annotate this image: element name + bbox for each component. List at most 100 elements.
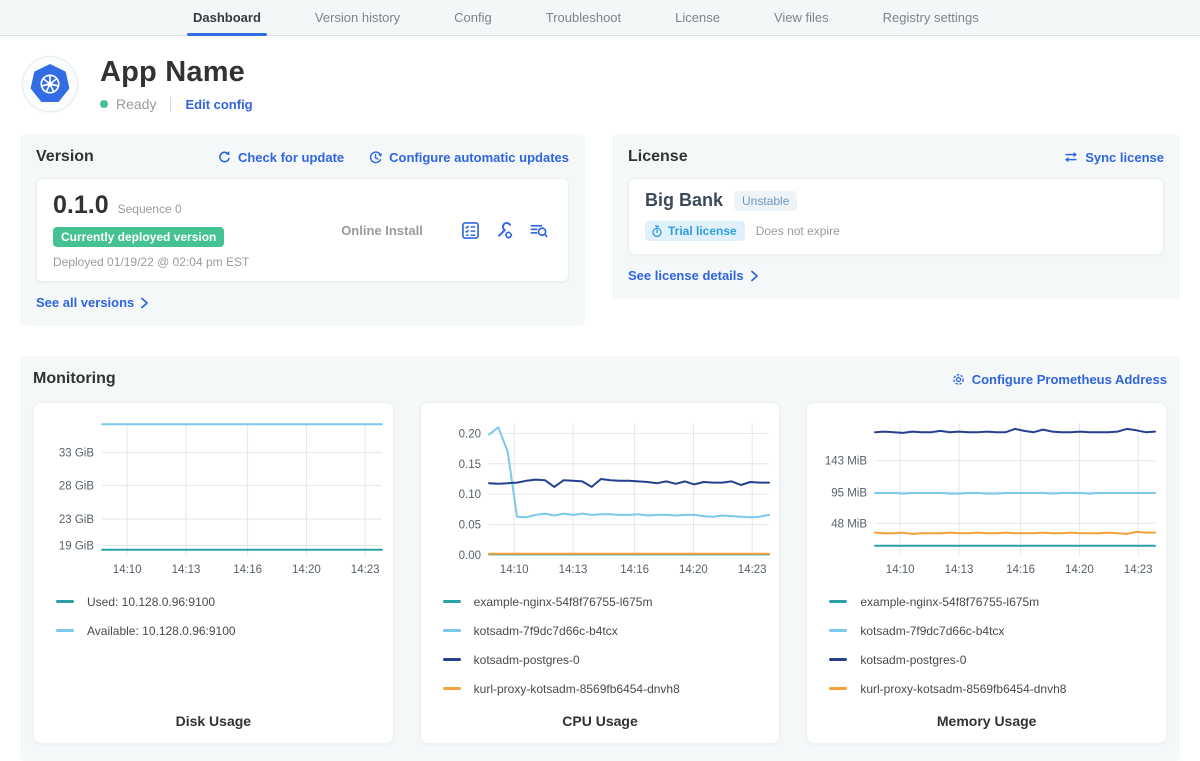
legend-item: kotsadm-7f9dc7d66c-b4tcx — [443, 616, 780, 645]
license-type-label: Trial license — [668, 224, 737, 238]
series-color-swatch — [443, 629, 461, 632]
preflight-checks-button[interactable] — [461, 221, 480, 240]
svg-text:143 MiB: 143 MiB — [825, 456, 868, 468]
tab-registry-settings[interactable]: Registry settings — [883, 0, 979, 35]
configure-prometheus-label: Configure Prometheus Address — [972, 372, 1167, 387]
legend-item: Available: 10.128.0.96:9100 — [56, 616, 393, 645]
see-all-versions-label: See all versions — [36, 295, 134, 310]
app-header: App Name Ready Edit config — [22, 56, 1176, 112]
cpu-usage-chart: 0.200.150.100.050.0014:1014:1314:1614:20… — [421, 411, 781, 581]
chart-title-disk: Disk Usage — [34, 705, 393, 729]
preflight-checklist-icon — [461, 221, 480, 240]
svg-text:48 MiB: 48 MiB — [832, 518, 868, 530]
see-license-details-label: See license details — [628, 268, 744, 283]
configure-automatic-updates-link[interactable]: Configure automatic updates — [368, 150, 569, 165]
series-label: kotsadm-7f9dc7d66c-b4tcx — [860, 624, 1004, 638]
series-label: example-nginx-54f8f76755-l675m — [860, 595, 1039, 609]
series-label: kotsadm-postgres-0 — [474, 653, 580, 667]
edit-config-button[interactable] — [495, 221, 514, 240]
svg-text:14:16: 14:16 — [233, 564, 262, 576]
deploy-logs-icon — [529, 221, 548, 240]
sync-license-link[interactable]: Sync license — [1063, 150, 1164, 165]
chart-card-memory: 143 MiB95 MiB48 MiB14:1014:1314:1614:201… — [806, 402, 1167, 744]
app-status-text: Ready — [116, 96, 156, 112]
series-label: kotsadm-postgres-0 — [860, 653, 966, 667]
svg-text:14:16: 14:16 — [620, 564, 649, 576]
gear-icon — [951, 372, 966, 387]
monitoring-title: Monitoring — [33, 370, 116, 388]
series-color-swatch — [829, 658, 847, 661]
series-label: Available: 10.128.0.96:9100 — [87, 624, 236, 638]
ready-status-dot — [100, 100, 108, 108]
legend-item: example-nginx-54f8f76755-l675m — [829, 587, 1166, 616]
check-for-update-label: Check for update — [238, 150, 344, 165]
refresh-icon — [217, 150, 232, 165]
memory-usage-legend: example-nginx-54f8f76755-l675m kotsadm-7f… — [807, 581, 1166, 703]
tab-dashboard[interactable]: Dashboard — [193, 0, 261, 35]
see-license-details-link[interactable]: See license details — [628, 268, 759, 283]
svg-text:14:10: 14:10 — [886, 564, 915, 576]
series-color-swatch — [443, 658, 461, 661]
sync-icon — [1063, 150, 1079, 164]
svg-text:14:10: 14:10 — [113, 564, 142, 576]
svg-text:14:10: 14:10 — [499, 564, 528, 576]
svg-text:19 GiB: 19 GiB — [59, 541, 94, 553]
app-logo-ring — [22, 56, 78, 112]
configure-automatic-updates-label: Configure automatic updates — [389, 150, 569, 165]
configure-prometheus-link[interactable]: Configure Prometheus Address — [951, 372, 1167, 387]
disk-usage-chart: 33 GiB28 GiB23 GiB19 GiB14:1014:1314:161… — [34, 411, 394, 581]
license-details-card: Big Bank Unstable Trial license Does not… — [628, 178, 1164, 255]
legend-item: kurl-proxy-kotsadm-8569fb6454-dnvh8 — [443, 674, 780, 703]
series-color-swatch — [829, 600, 847, 603]
install-type-label: Online Install — [303, 223, 461, 238]
license-card-title: License — [628, 148, 688, 166]
chart-title-cpu: CPU Usage — [421, 705, 780, 729]
legend-item: kotsadm-postgres-0 — [443, 645, 780, 674]
license-expiry: Does not expire — [756, 224, 840, 238]
stopwatch-icon — [651, 225, 663, 238]
tab-config[interactable]: Config — [454, 0, 492, 35]
series-color-swatch — [443, 600, 461, 603]
svg-text:0.15: 0.15 — [458, 459, 480, 471]
customer-name: Big Bank — [645, 190, 723, 211]
license-card: License Sync license Big Bank Unstable — [612, 134, 1180, 299]
version-number: 0.1.0 — [53, 191, 109, 220]
tab-version-history[interactable]: Version history — [315, 0, 400, 35]
view-logs-button[interactable] — [529, 221, 548, 240]
legend-item: kotsadm-postgres-0 — [829, 645, 1166, 674]
svg-text:14:13: 14:13 — [945, 564, 974, 576]
series-color-swatch — [56, 629, 74, 632]
series-label: kotsadm-7f9dc7d66c-b4tcx — [474, 624, 618, 638]
tab-license[interactable]: License — [675, 0, 720, 35]
app-title: App Name — [100, 56, 253, 89]
main-content: App Name Ready Edit config Version — [0, 56, 1200, 761]
check-for-update-link[interactable]: Check for update — [217, 150, 344, 165]
svg-text:28 GiB: 28 GiB — [59, 481, 94, 493]
chevron-right-icon — [750, 270, 759, 282]
chart-title-memory: Memory Usage — [807, 705, 1166, 729]
version-card-title: Version — [36, 148, 94, 166]
svg-text:14:16: 14:16 — [1007, 564, 1036, 576]
svg-text:0.20: 0.20 — [458, 428, 480, 440]
svg-text:0.05: 0.05 — [458, 520, 480, 532]
series-label: kurl-proxy-kotsadm-8569fb6454-dnvh8 — [474, 682, 680, 696]
edit-config-link[interactable]: Edit config — [185, 97, 252, 112]
legend-item: example-nginx-54f8f76755-l675m — [443, 587, 780, 616]
see-all-versions-link[interactable]: See all versions — [36, 295, 149, 310]
tab-view-files[interactable]: View files — [774, 0, 829, 35]
deployed-version-badge: Currently deployed version — [53, 227, 224, 247]
disk-usage-legend: Used: 10.128.0.96:9100 Available: 10.128.… — [34, 581, 393, 645]
version-card: Version Check for update — [20, 134, 585, 326]
sequence-label: Sequence 0 — [118, 202, 182, 216]
top-nav: Dashboard Version history Config Troublesho… — [0, 0, 1200, 36]
channel-badge: Unstable — [734, 191, 797, 211]
sync-license-label: Sync license — [1085, 150, 1164, 165]
current-version-card: 0.1.0 Sequence 0 Currently deployed vers… — [36, 178, 569, 282]
legend-item: Used: 10.128.0.96:9100 — [56, 587, 393, 616]
cpu-usage-legend: example-nginx-54f8f76755-l675m kotsadm-7f… — [421, 581, 780, 703]
svg-text:33 GiB: 33 GiB — [59, 447, 94, 459]
svg-text:14:13: 14:13 — [172, 564, 201, 576]
chart-card-disk: 33 GiB28 GiB23 GiB19 GiB14:1014:1314:161… — [33, 402, 394, 744]
tab-troubleshoot[interactable]: Troubleshoot — [546, 0, 621, 35]
config-wrench-icon — [495, 221, 514, 240]
